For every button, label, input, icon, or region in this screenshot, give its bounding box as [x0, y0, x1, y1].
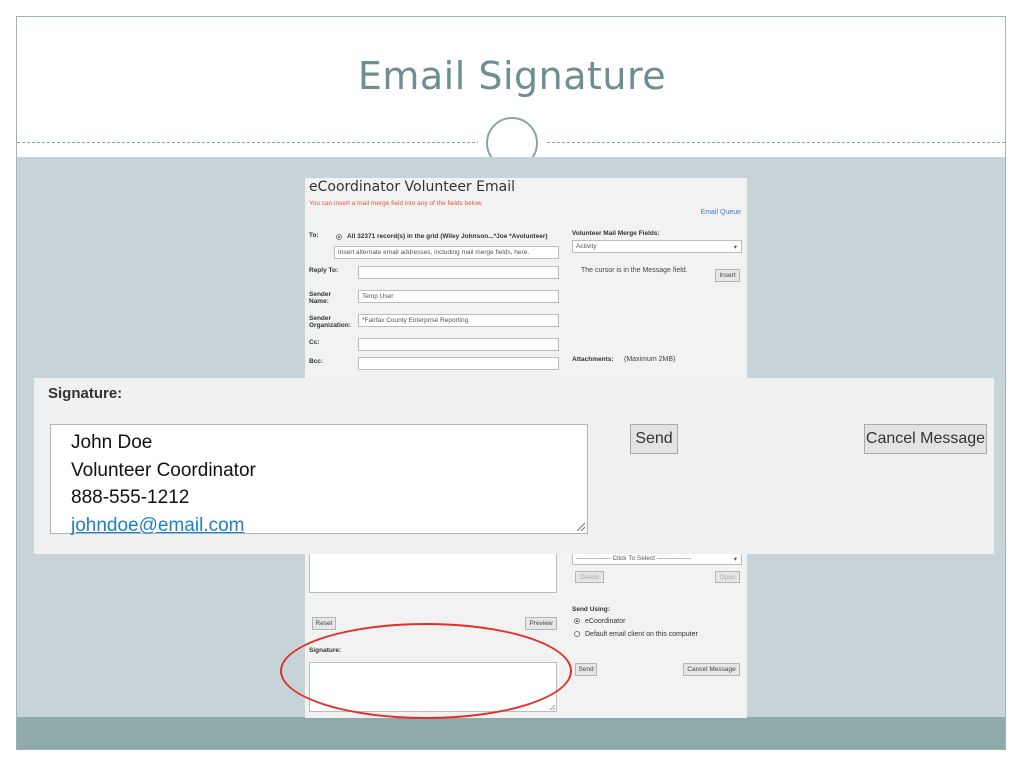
footer-bar	[17, 717, 1005, 749]
merge-fields-value: Activity	[576, 243, 597, 250]
preview-button[interactable]: Preview	[525, 617, 557, 630]
email-queue-link[interactable]: Email Queue	[701, 209, 741, 216]
delete-button[interactable]: Delete	[575, 571, 604, 583]
signature-line-name: John Doe	[71, 432, 153, 453]
resize-grip-icon[interactable]	[575, 521, 585, 531]
signature-zoom-panel: Signature: John Doe Volunteer Coordinato…	[34, 378, 994, 554]
to-all-option: All 32371 record(s) in the grid (Wiley J…	[347, 233, 548, 240]
cc-label: Cc:	[309, 339, 320, 346]
bcc-input[interactable]	[358, 357, 559, 370]
reply-to-label: Reply To:	[309, 267, 339, 274]
attachments-label: Attachments:	[572, 356, 614, 363]
signature-line-title: Volunteer Coordinator	[71, 459, 256, 481]
signature-line-email[interactable]: johndoe@email.com	[71, 512, 567, 540]
open-button[interactable]: Open	[715, 571, 740, 583]
sender-org-input[interactable]: *Fairfax County Enterprise Reporting	[358, 314, 559, 327]
sender-name-label: Sender Name:	[309, 291, 332, 305]
default-client-radio[interactable]	[574, 631, 580, 637]
to-label: To:	[309, 232, 319, 239]
ecoordinator-option: eCoordinator	[585, 618, 626, 625]
default-client-option: Default email client on this computer	[585, 631, 698, 638]
merge-fields-select[interactable]: Activity ▾	[572, 240, 742, 253]
message-textarea[interactable]	[309, 552, 557, 593]
click-to-select-option: ---------------- Click To Select -------…	[576, 555, 692, 562]
cancel-message-button[interactable]: Cancel Message	[683, 663, 740, 676]
zoom-signature-label: Signature:	[48, 385, 123, 402]
send-button[interactable]: Send	[575, 663, 597, 676]
reply-to-input[interactable]	[358, 266, 559, 279]
bcc-label: Bcc:	[309, 358, 324, 365]
signature-label: Signature:	[309, 647, 342, 654]
to-all-radio[interactable]	[336, 234, 342, 240]
cursor-note: The cursor is in the Message field.	[581, 267, 688, 274]
alternate-email-input[interactable]: Insert alternate email addresses, includ…	[334, 246, 559, 259]
resize-grip-icon[interactable]	[549, 704, 555, 710]
signature-textarea[interactable]	[309, 662, 557, 712]
cc-input[interactable]	[358, 338, 559, 351]
signature-line-phone: 888-555-1212	[71, 487, 190, 508]
attachments-note: (Maximum 2MB)	[624, 356, 676, 363]
zoom-signature-textarea[interactable]: John Doe Volunteer Coordinator 888-555-1…	[50, 424, 588, 536]
merge-fields-label: Volunteer Mail Merge Fields:	[572, 230, 660, 237]
insert-button[interactable]: Insert	[715, 269, 740, 282]
slide-title: Email Signature	[357, 54, 667, 98]
reset-button[interactable]: Reset	[312, 617, 336, 630]
sender-org-label: Sender Organization:	[309, 315, 351, 329]
form-title: eCoordinator Volunteer Email	[309, 179, 515, 195]
zoom-cancel-message-button[interactable]: Cancel Message	[864, 424, 987, 454]
ecoordinator-radio[interactable]	[574, 618, 580, 624]
dropdown-arrow-icon: ▾	[733, 556, 737, 563]
zoom-send-button[interactable]: Send	[630, 424, 678, 454]
dropdown-arrow-icon: ▾	[733, 244, 737, 251]
send-using-label: Send Using:	[572, 606, 610, 613]
sender-name-input[interactable]: Temp User	[358, 290, 559, 303]
form-note: You can insert a mail merge field into a…	[309, 200, 483, 207]
